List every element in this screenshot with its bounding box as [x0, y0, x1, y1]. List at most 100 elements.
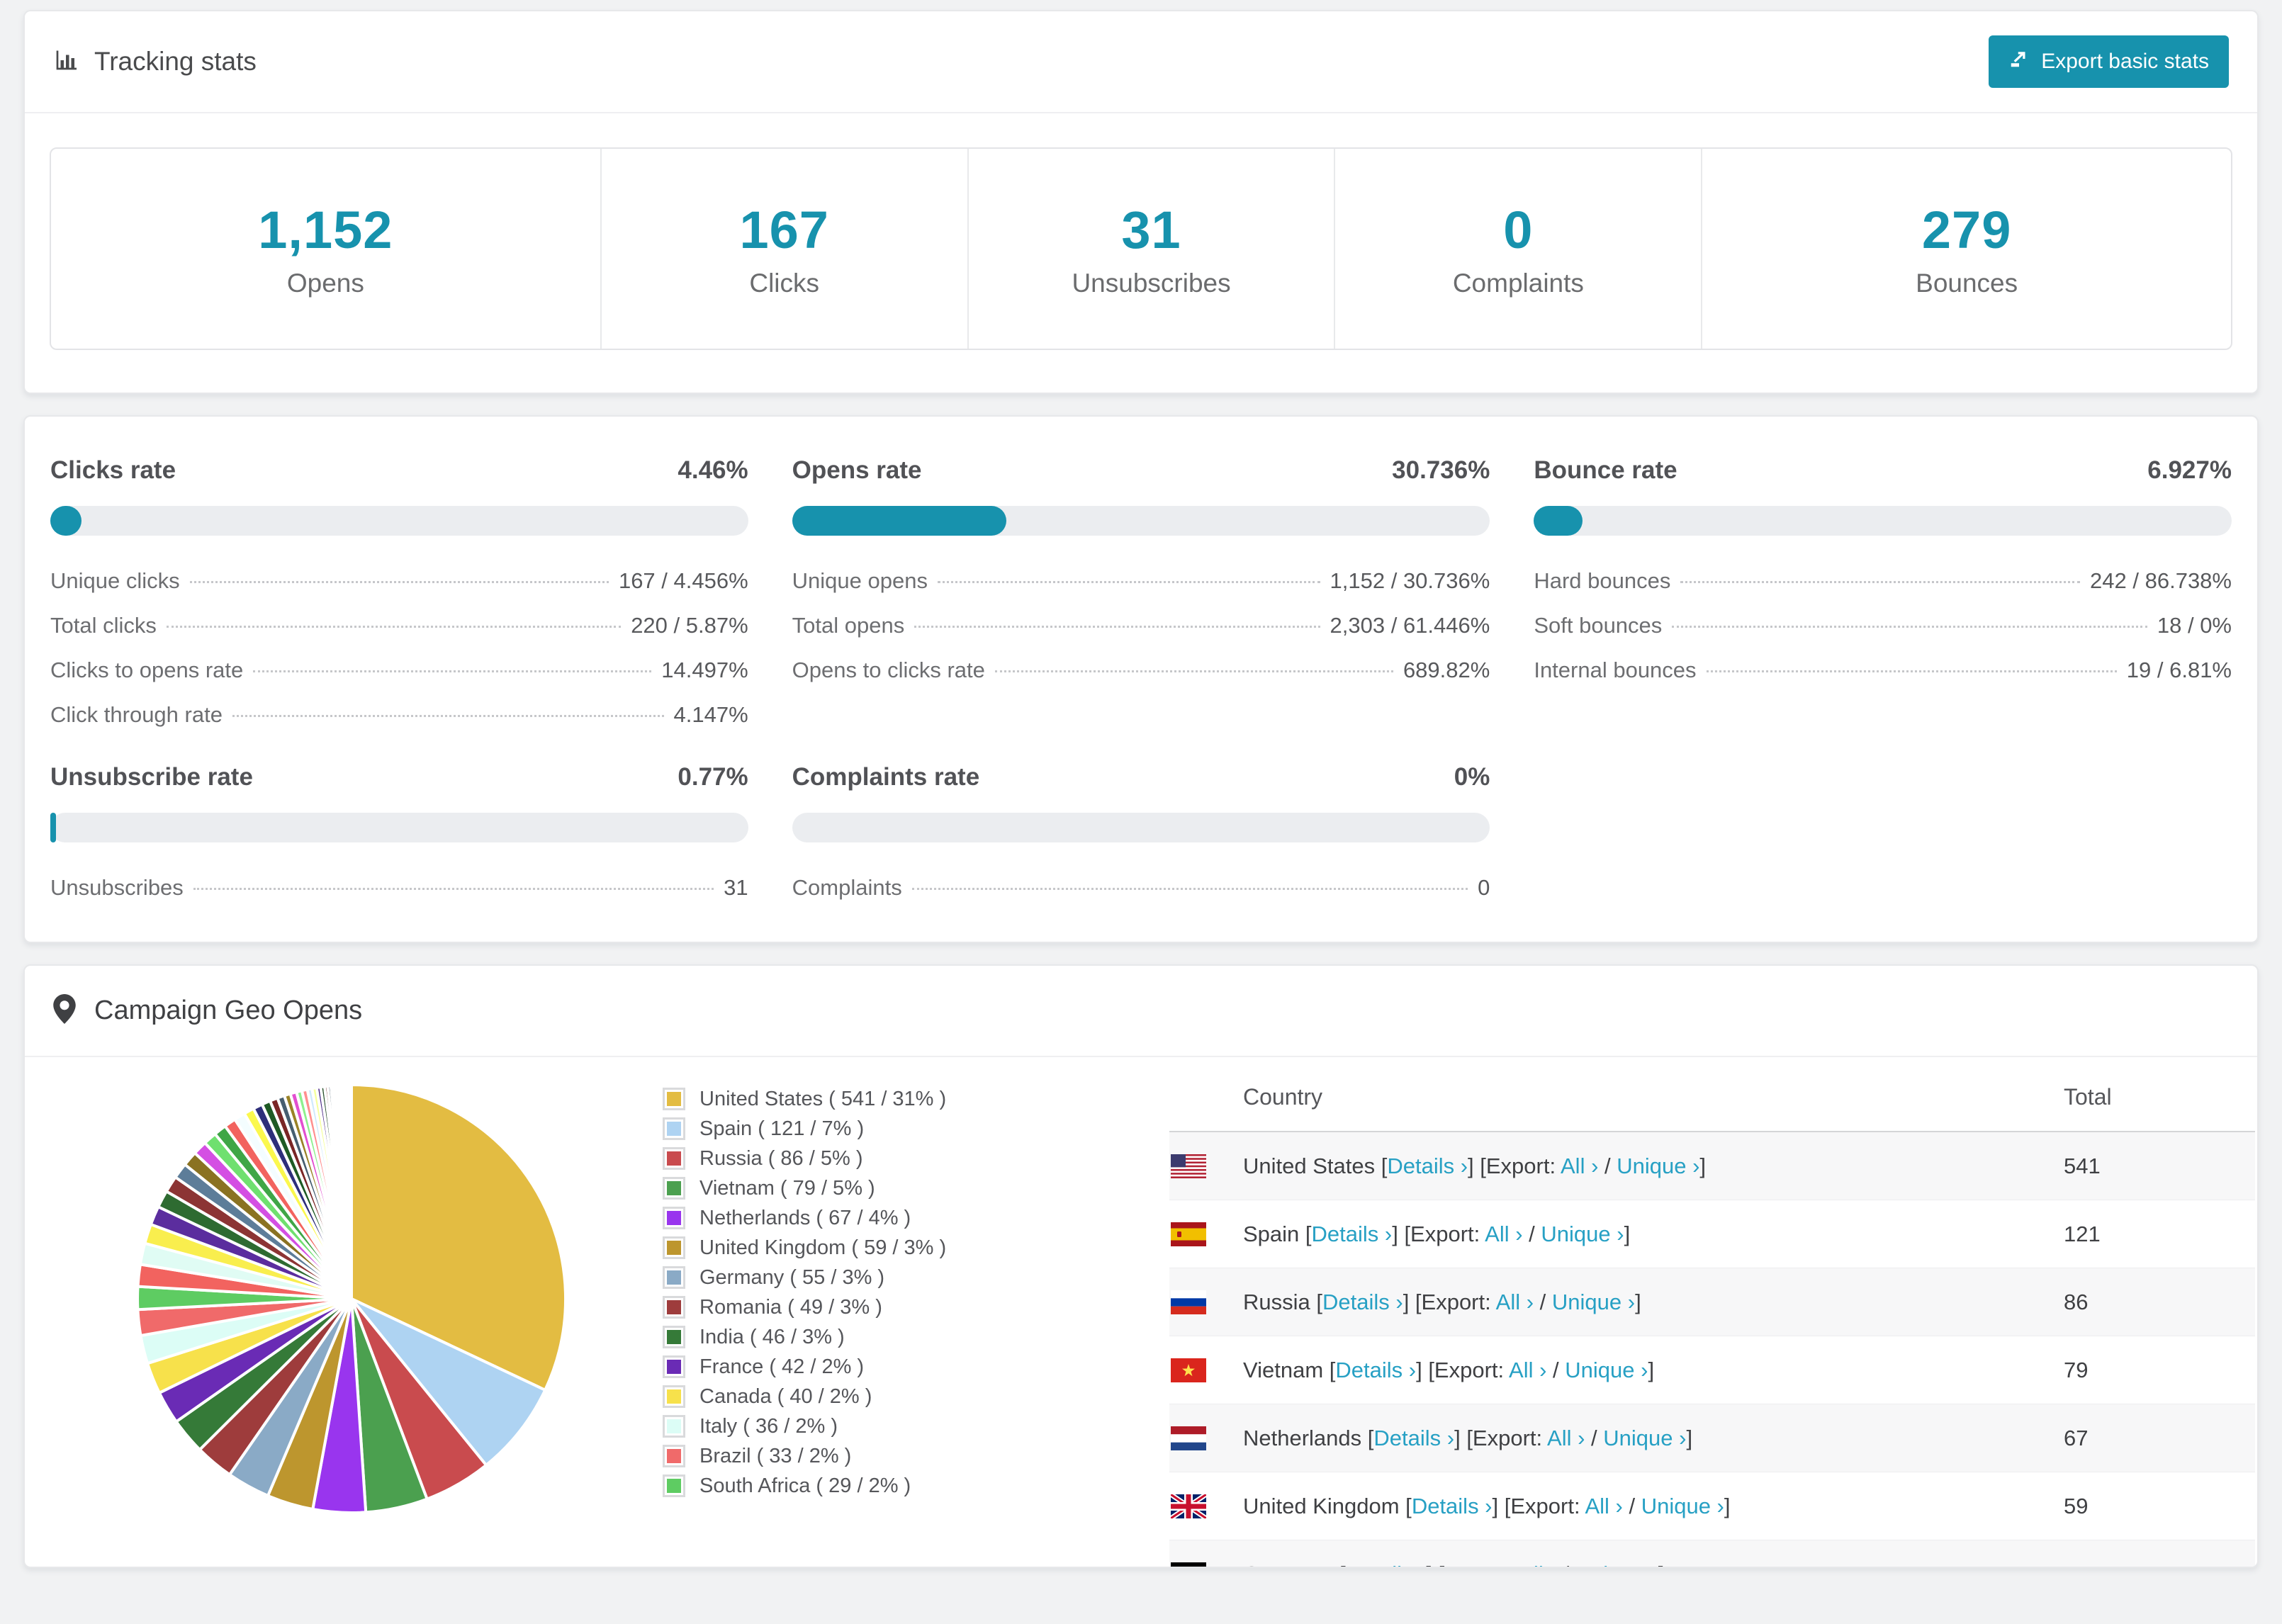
- country-name: United Kingdom [: [1243, 1493, 1412, 1518]
- legend-label: Italy ( 36 / 2% ): [699, 1414, 838, 1438]
- legend-label: Germany ( 55 / 3% ): [699, 1265, 885, 1289]
- export-all-link[interactable]: All ›: [1519, 1562, 1556, 1567]
- country-total: 121: [2064, 1221, 2101, 1246]
- legend-item: Romania ( 49 / 3% ): [663, 1292, 946, 1322]
- export-unique-link[interactable]: Unique ›: [1641, 1494, 1724, 1518]
- rate-value: 30.736%: [1392, 456, 1490, 484]
- country-total: 55: [2064, 1562, 2255, 1567]
- export-unique-link[interactable]: Unique ›: [1603, 1426, 1686, 1450]
- legend-swatch: [663, 1236, 685, 1259]
- table-header-row: Country Total: [1169, 1063, 2255, 1132]
- rate-detail-row: Hard bounces 242 / 86.738%: [1534, 568, 2232, 593]
- rate-value: 0.77%: [678, 763, 748, 791]
- dotted-leader: [253, 670, 652, 672]
- legend-swatch: [663, 1147, 685, 1170]
- stat-label: Unsubscribes: [1072, 268, 1231, 298]
- export-all-link[interactable]: All ›: [1496, 1290, 1534, 1314]
- rate-detail-row: Complaints 0: [792, 875, 1490, 900]
- details-link[interactable]: Details ›: [1312, 1222, 1393, 1246]
- tracking-stats-header: Tracking stats Export basic stats: [25, 11, 2257, 113]
- table-row: Russia [Details ›] [Export: All › / Uniq…: [1169, 1268, 2255, 1336]
- export-all-link[interactable]: All ›: [1561, 1154, 1598, 1178]
- country-name: Vietnam [: [1243, 1357, 1336, 1382]
- export-basic-stats-button[interactable]: Export basic stats: [1989, 35, 2229, 88]
- rates-card: Clicks rate 4.46% Unique clicks 167 / 4.456…: [23, 415, 2259, 943]
- rate-title: Bounce rate: [1534, 456, 1677, 484]
- es-flag-icon: [1171, 1222, 1206, 1246]
- export-unique-link[interactable]: Unique ›: [1541, 1222, 1624, 1246]
- details-link[interactable]: Details ›: [1335, 1358, 1416, 1382]
- details-link[interactable]: Details ›: [1373, 1426, 1454, 1450]
- ru-flag-icon: [1171, 1290, 1206, 1314]
- rate-detail-row: Total clicks 220 / 5.87%: [50, 613, 748, 638]
- legend-item: Spain ( 121 / 7% ): [663, 1114, 946, 1144]
- rate-title: Opens rate: [792, 456, 922, 484]
- geo-opens-card: Campaign Geo Opens United States ( 541 /…: [23, 964, 2259, 1568]
- rate-progress-track: [50, 813, 748, 842]
- rate-progress-track: [792, 506, 1490, 536]
- rate-title: Complaints rate: [792, 763, 980, 791]
- country-name: Spain [: [1243, 1221, 1312, 1246]
- export-all-link[interactable]: All ›: [1485, 1222, 1522, 1246]
- details-link[interactable]: Details ›: [1322, 1290, 1403, 1314]
- table-row: Vietnam [Details ›] [Export: All › / Uni…: [1169, 1336, 2255, 1404]
- us-flag-icon: [1171, 1154, 1206, 1178]
- geo-opens-header: Campaign Geo Opens: [25, 966, 2257, 1057]
- export-all-link[interactable]: All ›: [1509, 1358, 1546, 1382]
- export-unique-link[interactable]: Unique ›: [1575, 1562, 1658, 1567]
- export-unique-link[interactable]: Unique ›: [1565, 1358, 1648, 1382]
- legend-label: South Africa ( 29 / 2% ): [699, 1474, 911, 1497]
- legend-item: Italy ( 36 / 2% ): [663, 1411, 946, 1441]
- dotted-leader: [166, 626, 622, 628]
- dotted-leader: [1672, 626, 2147, 628]
- nl-flag-icon: [1171, 1426, 1206, 1450]
- export-unique-link[interactable]: Unique ›: [1552, 1290, 1635, 1314]
- legend-item: Brazil ( 33 / 2% ): [663, 1441, 946, 1471]
- legend-item: France ( 42 / 2% ): [663, 1352, 946, 1382]
- legend-label: Romania ( 49 / 3% ): [699, 1295, 882, 1319]
- export-icon: [2008, 48, 2030, 75]
- legend-swatch: [663, 1088, 685, 1110]
- rate-progress-track: [792, 813, 1490, 842]
- dotted-leader: [1706, 670, 2117, 672]
- details-link[interactable]: Details ›: [1387, 1154, 1468, 1178]
- country-total: 86: [2064, 1289, 2089, 1314]
- export-unique-link[interactable]: Unique ›: [1617, 1154, 1699, 1178]
- dotted-leader: [937, 581, 1320, 583]
- rate-detail-row: Opens to clicks rate 689.82%: [792, 658, 1490, 682]
- pie-slice: [349, 1083, 353, 1300]
- dotted-leader: [193, 888, 714, 890]
- country-name: Germany [: [1243, 1562, 1346, 1567]
- stat-label: Bounces: [1916, 268, 2018, 298]
- column-header-total: Total: [2064, 1083, 2112, 1110]
- rate-value: 6.927%: [2147, 456, 2232, 484]
- top-stats-grid: 1,152 Opens 167 Clicks 31 Unsubscribes 0 Compla…: [50, 147, 2232, 350]
- rate-section-complaints-rate: Complaints rate 0% Complaints 0: [792, 763, 1490, 901]
- map-pin-icon: [53, 994, 76, 1027]
- stat-value: 31: [1121, 200, 1181, 259]
- stat-value: 1,152: [258, 200, 393, 259]
- dotted-leader: [994, 670, 1393, 672]
- country-name: Netherlands [: [1243, 1425, 1374, 1450]
- rate-title: Unsubscribe rate: [50, 763, 253, 791]
- legend-label: Russia ( 86 / 5% ): [699, 1146, 863, 1170]
- rate-detail-row: Clicks to opens rate 14.497%: [50, 658, 748, 682]
- stat-label: Opens: [286, 268, 364, 298]
- rate-progress-track: [50, 506, 748, 536]
- legend-label: United Kingdom ( 59 / 3% ): [699, 1236, 947, 1259]
- legend-label: United States ( 541 / 31% ): [699, 1087, 947, 1110]
- details-link[interactable]: Details ›: [1346, 1562, 1427, 1567]
- legend-swatch: [663, 1207, 685, 1229]
- table-row: Spain [Details ›] [Export: All › / Uniqu…: [1169, 1200, 2255, 1268]
- details-link[interactable]: Details ›: [1412, 1494, 1493, 1518]
- legend-swatch: [663, 1326, 685, 1348]
- export-all-link[interactable]: All ›: [1585, 1494, 1622, 1518]
- legend-swatch: [663, 1117, 685, 1140]
- stat-box-clicks: 167 Clicks: [602, 149, 969, 349]
- geo-opens-pie-chart: [131, 1078, 572, 1523]
- export-all-link[interactable]: All ›: [1547, 1426, 1585, 1450]
- country-name: United States [: [1243, 1153, 1388, 1178]
- geo-opens-content: United States ( 541 / 31% ) Spain ( 121 /…: [25, 1057, 2257, 1567]
- rate-detail-row: Internal bounces 19 / 6.81%: [1534, 658, 2232, 682]
- rate-detail-row: Click through rate 4.147%: [50, 702, 748, 727]
